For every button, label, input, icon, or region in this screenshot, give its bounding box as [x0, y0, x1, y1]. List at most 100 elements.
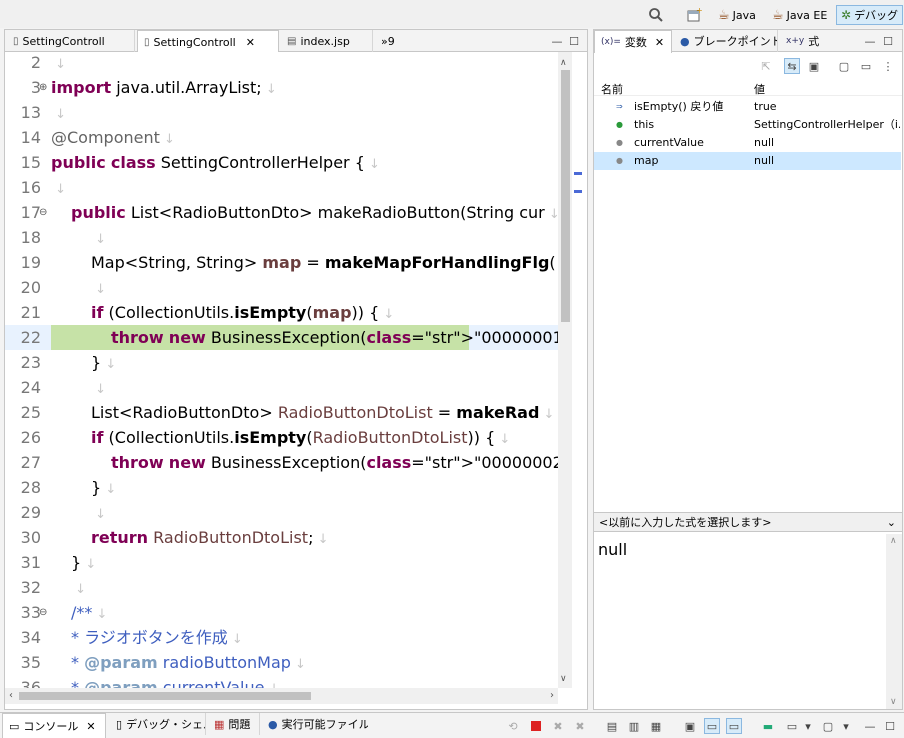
maximize-icon[interactable]: ☐ [882, 718, 898, 734]
code-line[interactable]: 22 throw new BusinessException(class="str… [5, 325, 558, 350]
view-menu-icon[interactable]: ⋮ [880, 58, 896, 74]
code-line[interactable]: 33 ⊖ /** ↓ [5, 600, 558, 625]
code-line[interactable]: 17 ⊖ public List<RadioButtonDto> makeRadio… [5, 200, 558, 225]
tab-console[interactable]: ▭ コンソール ✕ [2, 713, 106, 738]
tab-overflow[interactable]: »9 [375, 30, 405, 52]
code-text: } ↓ [91, 353, 117, 372]
code-line[interactable]: 31} ↓ [5, 550, 558, 575]
editor-vscroll[interactable]: ∧ ∨ [558, 52, 572, 688]
code-line[interactable]: 15 public class SettingControllerHelper {… [5, 150, 558, 175]
remove-launch-icon[interactable]: ✖ [550, 718, 566, 734]
code-editor[interactable]: 2 ↓ 3 ⊕ import java.util.ArrayList; ↓ 13 ↓ 14… [5, 52, 558, 688]
code-line[interactable]: 34 * ラジオボタンを作成 ↓ [5, 625, 558, 650]
minimize-icon[interactable]: — [549, 33, 565, 49]
code-line[interactable]: 16 ↓ [5, 175, 558, 200]
line-number: 19 [20, 253, 41, 272]
close-icon[interactable]: ✕ [655, 36, 664, 49]
tab-index-jsp[interactable]: ▤ index.jsp [281, 30, 373, 52]
field-icon: ● [616, 138, 623, 147]
code-line[interactable]: 21 if (CollectionUtils.isEmpty(map)) { ↓ [5, 300, 558, 325]
terminate-icon[interactable] [528, 718, 544, 734]
code-line[interactable]: 26 if (CollectionUtils.isEmpty(RadioButto… [5, 425, 558, 450]
expression-history-select[interactable]: <以前に入力した式を選択します> ⌄ [594, 512, 902, 532]
detail-vscroll[interactable]: ∧ ∨ [886, 534, 902, 709]
field-icon: ● [616, 120, 623, 129]
tab-settingcontroll-2[interactable]: ▯ SettingControll ✕ [137, 30, 279, 53]
code-line[interactable]: 20 ↓ [5, 275, 558, 300]
line-number: 20 [20, 278, 41, 297]
chevron-down-icon[interactable]: ▾ [800, 718, 816, 734]
col-name-header[interactable]: 名前 [601, 81, 623, 97]
code-text: ↓ [51, 107, 67, 122]
tab-variables[interactable]: (x)= 変数 ✕ [594, 30, 672, 53]
code-line[interactable]: 36 * @param currentValue ↓ [5, 675, 558, 688]
code-line[interactable]: 19 Map<String, String> map = makeMapForHa… [5, 250, 558, 275]
reconnect-icon[interactable]: ⟲ [505, 718, 521, 734]
open-perspective-icon[interactable]: + [686, 5, 702, 25]
editor-hscroll[interactable]: ‹ › [5, 688, 558, 704]
code-line[interactable]: 18 ↓ [5, 225, 558, 250]
maximize-icon[interactable]: ☐ [880, 33, 896, 49]
tab-breakpoints[interactable]: ● ブレークポイント [674, 30, 778, 52]
variable-row[interactable]: ● currentValue null [594, 134, 901, 152]
code-line[interactable]: 2 ↓ [5, 52, 558, 75]
display-console-icon[interactable]: ▭ [784, 718, 800, 734]
show-stdout-icon[interactable]: ▭ [704, 718, 720, 734]
chevron-down-icon[interactable]: ▾ [838, 718, 854, 734]
code-line[interactable]: 32 ↓ [5, 575, 558, 600]
code-line[interactable]: 27 throw new BusinessException(class="str… [5, 450, 558, 475]
pin-console-icon[interactable]: ▬ [760, 718, 776, 734]
code-line[interactable]: 13 ↓ [5, 100, 558, 125]
code-text: } ↓ [71, 553, 97, 572]
tab-problems[interactable]: ▦ 問題 [208, 713, 260, 735]
col-value-header[interactable]: 値 [754, 81, 765, 97]
save-icon[interactable]: ▣ [682, 718, 698, 734]
search-icon[interactable] [648, 5, 664, 25]
layout-icon[interactable]: ▣ [806, 58, 822, 74]
tab-expressions[interactable]: x+y 式 [780, 30, 820, 52]
show-stderr-icon[interactable]: ▭ [726, 718, 742, 734]
line-number: 22 [20, 328, 41, 347]
editor-scroll-thumb[interactable] [561, 70, 570, 322]
expand-fold-icon[interactable]: ⊕ [39, 75, 47, 100]
perspective-java[interactable]: ☕ Java [718, 5, 756, 25]
show-type-names-icon[interactable]: ⇆ [784, 58, 800, 74]
variable-row[interactable]: ● this SettingControllerHelper（i... [594, 116, 901, 134]
word-wrap-icon[interactable]: ▦ [648, 718, 664, 734]
code-line[interactable]: 29 ↓ [5, 500, 558, 525]
tab-debug-shell[interactable]: ▯ デバッグ・シェル [110, 713, 206, 735]
code-line[interactable]: 3 ⊕ import java.util.ArrayList; ↓ [5, 75, 558, 100]
variable-name: isEmpty() 戻り値 [634, 100, 724, 113]
code-line[interactable]: 23} ↓ [5, 350, 558, 375]
perspective-debug[interactable]: ✲ デバッグ [836, 5, 904, 25]
code-line[interactable]: 28} ↓ [5, 475, 558, 500]
open-console-icon[interactable]: ▢ [820, 718, 836, 734]
tab-settingcontroll-1[interactable]: ▯ SettingControll [7, 30, 135, 52]
collapse-fold-icon[interactable]: ⊖ [39, 600, 47, 625]
code-line[interactable]: 14 @Component ↓ [5, 125, 558, 150]
code-line[interactable]: 24 ↓ [5, 375, 558, 400]
remove-all-icon[interactable]: ✖ [572, 718, 588, 734]
code-text: ↓ [71, 582, 87, 597]
clear-console-icon[interactable]: ▤ [604, 718, 620, 734]
editor-hscroll-thumb[interactable] [19, 692, 311, 700]
bug-icon: ✲ [841, 8, 852, 22]
tab-executables[interactable]: ● 実行可能ファイル [262, 713, 368, 735]
scroll-lock-icon[interactable]: ▥ [626, 718, 642, 734]
code-line[interactable]: 30 return RadioButtonDtoList; ↓ [5, 525, 558, 550]
collapse-fold-icon[interactable]: ⊖ [39, 200, 47, 225]
detail-pane[interactable]: null [594, 534, 886, 709]
minimize-icon[interactable]: — [862, 33, 878, 49]
collapse-all-icon[interactable]: ⇱ [758, 58, 774, 74]
variable-row[interactable]: ⇒ isEmpty() 戻り値 true [594, 98, 901, 116]
maximize-icon[interactable]: ☐ [566, 33, 582, 49]
new-view-icon[interactable]: ▢ [836, 58, 852, 74]
pin-icon[interactable]: ▭ [858, 58, 874, 74]
close-icon[interactable]: ✕ [86, 720, 95, 733]
code-line[interactable]: 35 * @param radioButtonMap ↓ [5, 650, 558, 675]
code-line[interactable]: 25 List<RadioButtonDto> RadioButtonDtoLis… [5, 400, 558, 425]
close-icon[interactable]: ✕ [246, 36, 255, 49]
perspective-javaee[interactable]: ☕ Java EE [772, 5, 827, 25]
minimize-icon[interactable]: — [862, 718, 878, 734]
variable-row[interactable]: ● map null [594, 152, 901, 170]
